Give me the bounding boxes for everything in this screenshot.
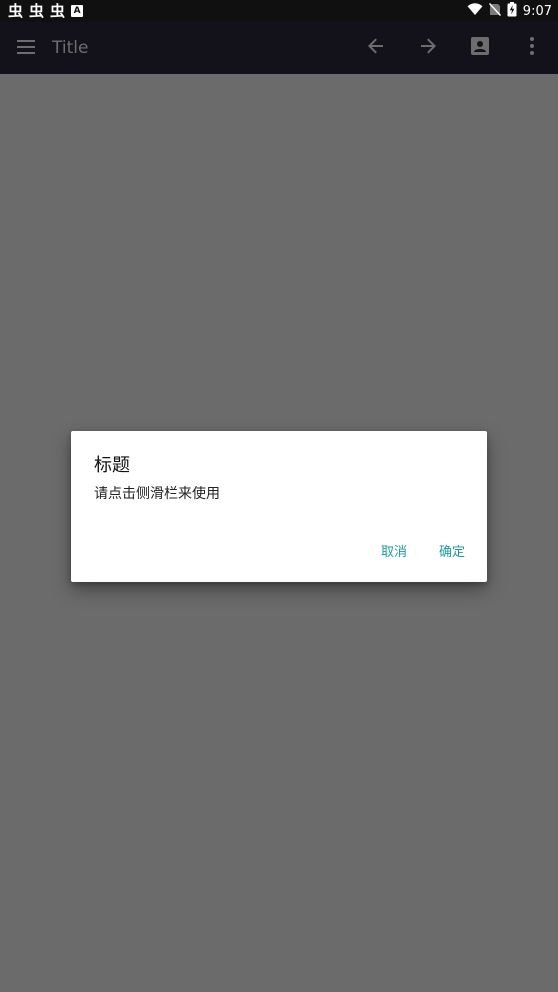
- wifi-icon: [467, 2, 483, 20]
- arrow-back-icon: [367, 37, 385, 59]
- app-bar-title: Title: [52, 38, 89, 58]
- menu-button[interactable]: [0, 22, 52, 74]
- account-button[interactable]: [454, 22, 506, 74]
- status-bar: 虫 虫 虫 A 9:07: [0, 0, 558, 22]
- notification-glyph-1: 虫: [8, 1, 24, 20]
- more-vert-icon: [529, 37, 535, 59]
- notification-a-icon: A: [71, 5, 84, 17]
- status-right: 9:07: [467, 1, 552, 21]
- account-box-icon: [471, 37, 489, 59]
- app-bar: Title: [0, 22, 558, 74]
- forward-button[interactable]: [402, 22, 454, 74]
- back-button[interactable]: [350, 22, 402, 74]
- alert-dialog: 标题 请点击侧滑栏来使用 取消 确定: [71, 431, 487, 582]
- notification-glyph-3: 虫: [50, 1, 66, 20]
- arrow-forward-icon: [419, 37, 437, 59]
- notification-glyph-2: 虫: [29, 1, 45, 20]
- menu-icon: [16, 39, 36, 58]
- battery-charging-icon: [507, 1, 517, 21]
- dialog-actions: 取消 确定: [375, 537, 471, 564]
- status-time: 9:07: [522, 3, 552, 19]
- confirm-button[interactable]: 确定: [433, 537, 471, 564]
- dialog-title: 标题: [94, 455, 130, 476]
- status-left: 虫 虫 虫 A: [8, 1, 84, 20]
- dialog-message: 请点击侧滑栏来使用: [94, 486, 220, 502]
- no-sim-icon: [488, 2, 501, 20]
- cancel-button[interactable]: 取消: [375, 537, 413, 564]
- more-button[interactable]: [506, 22, 558, 74]
